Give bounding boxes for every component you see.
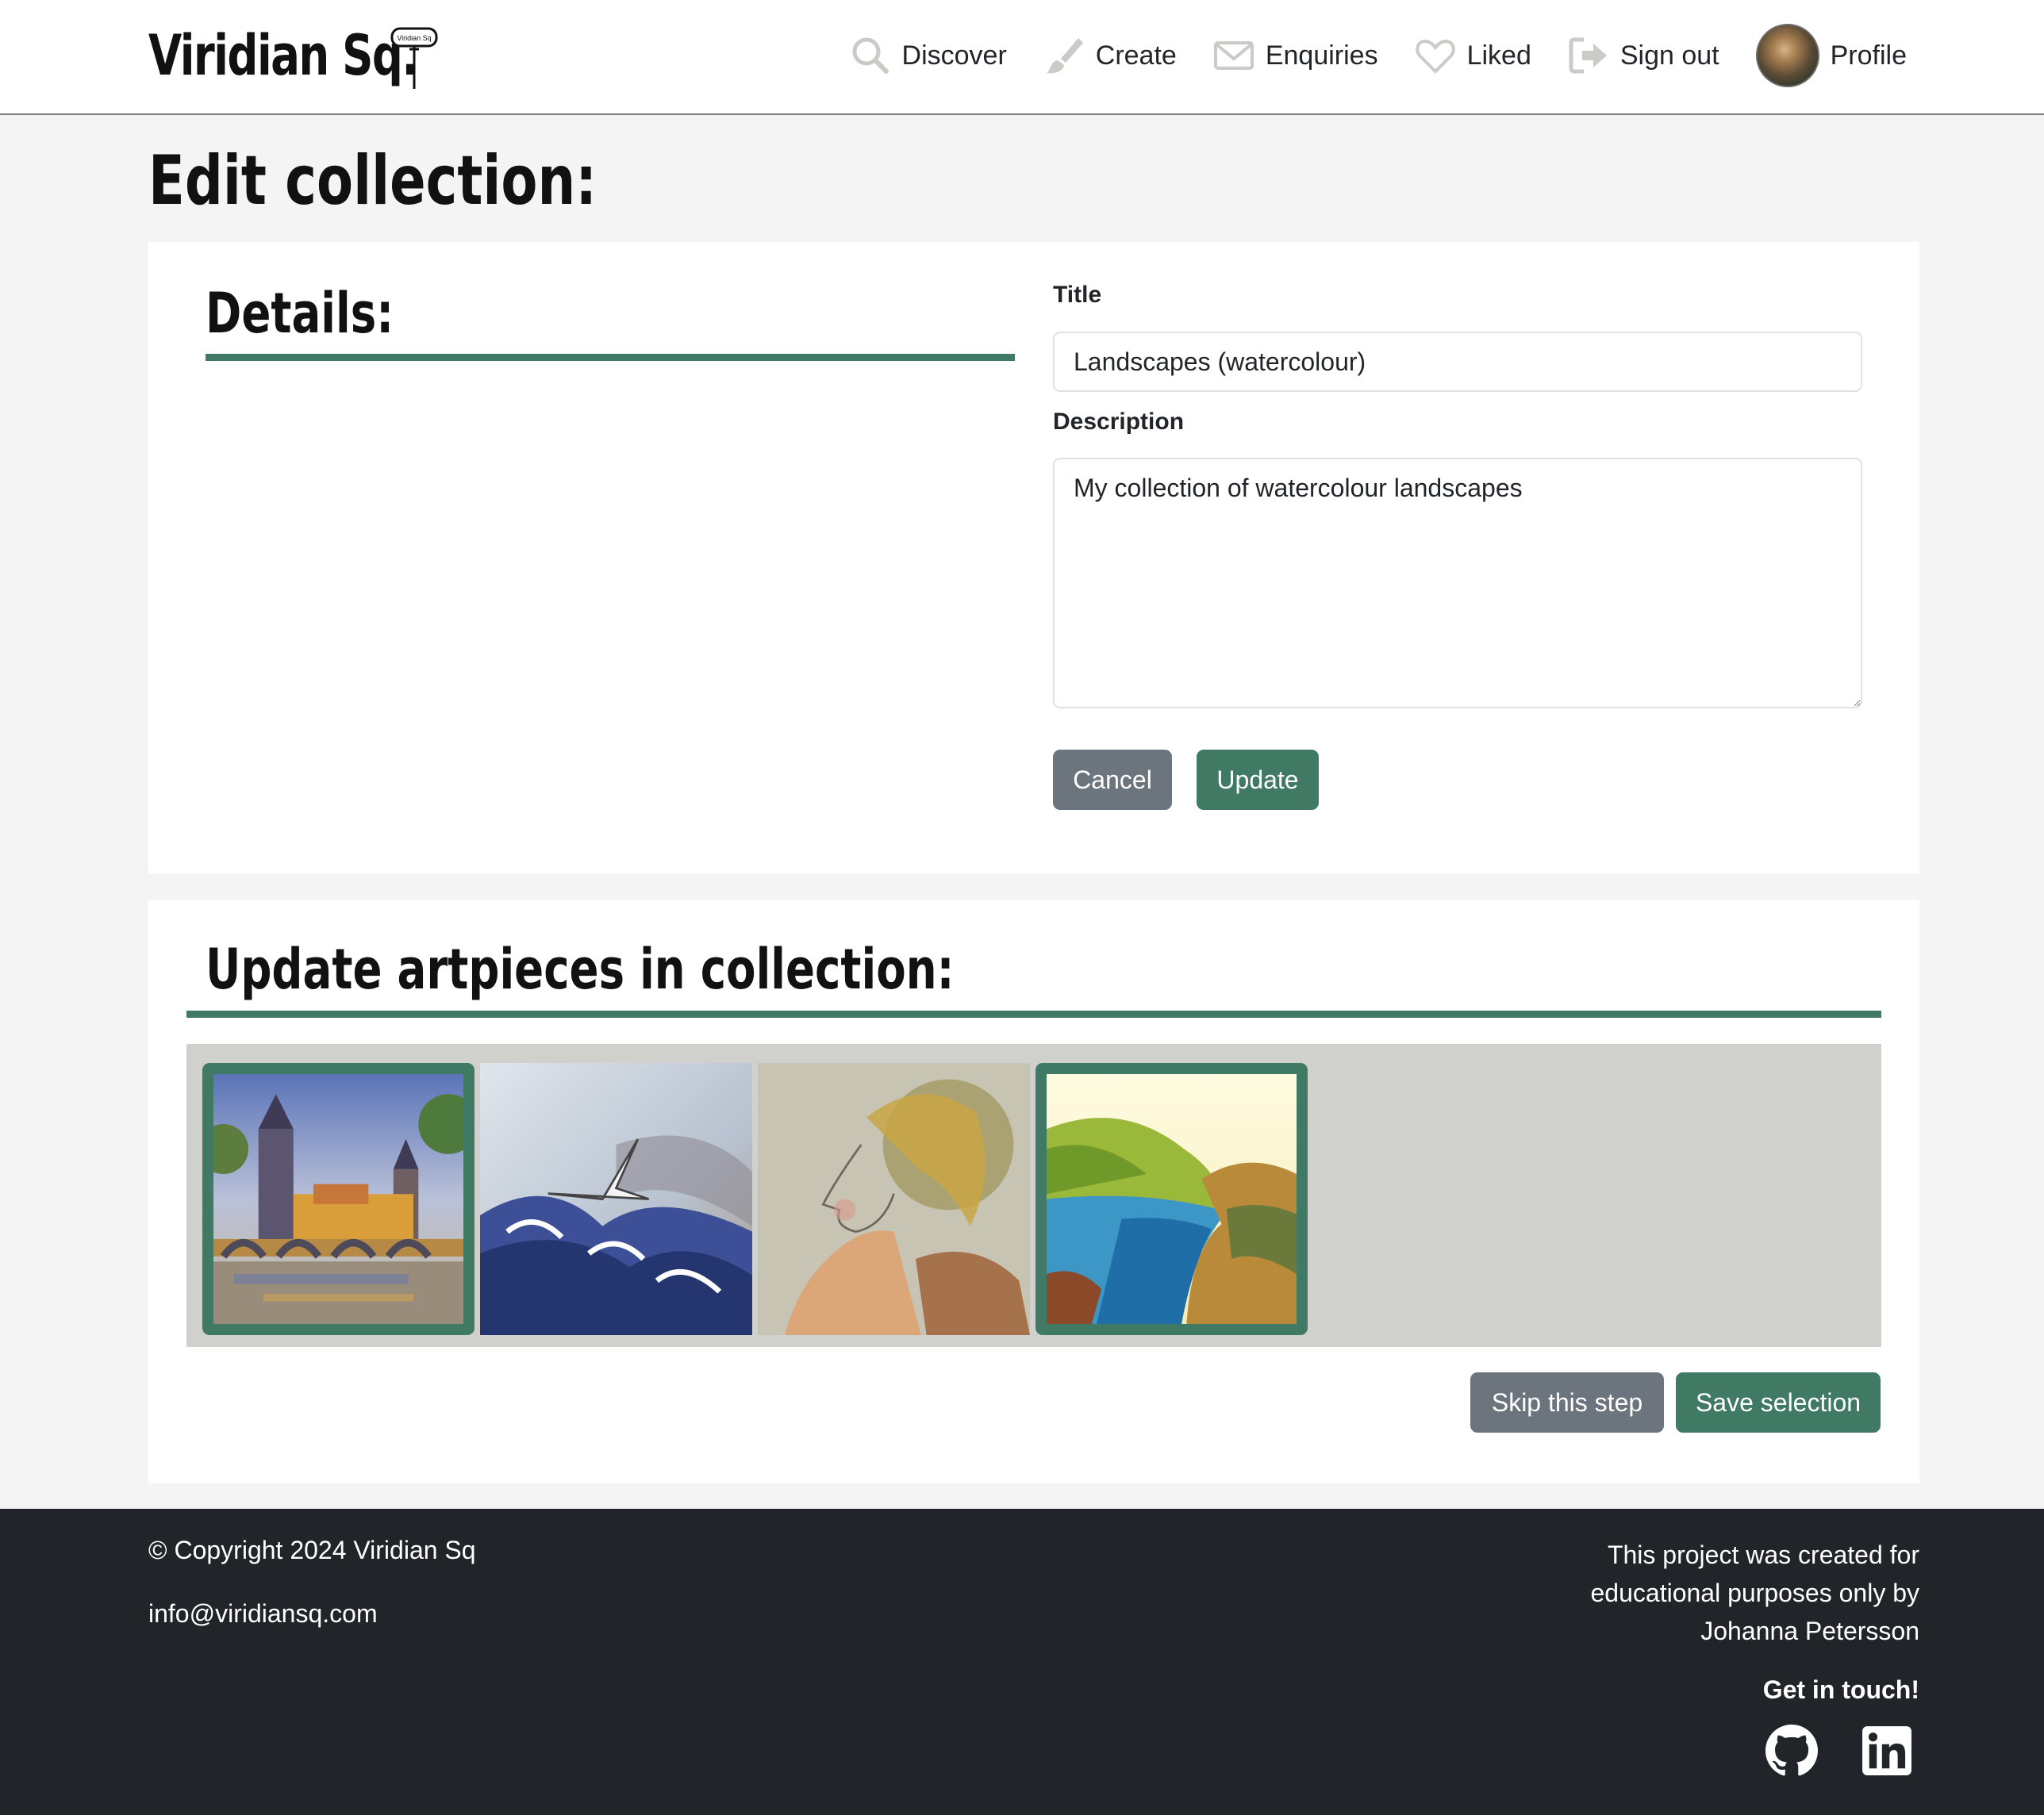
woman-portrait-sketch: [758, 1063, 1030, 1335]
linkedin-icon[interactable]: [1861, 1725, 1913, 1777]
contact-email-link[interactable]: info@viridiansq.com: [148, 1599, 378, 1629]
artpiece-thumbnail[interactable]: [480, 1063, 752, 1335]
nav-discover[interactable]: Discover: [850, 35, 1007, 76]
nav-enquiries-label: Enquiries: [1265, 40, 1378, 71]
signpost-icon: Viridian Sq: [390, 27, 438, 89]
artpieces-card: Update artpieces in collection: Skip thi…: [148, 900, 1919, 1483]
cancel-button[interactable]: Cancel: [1053, 750, 1172, 810]
artpiece-thumbnail[interactable]: [202, 1063, 474, 1335]
details-divider: [206, 354, 1015, 361]
nav-liked-label: Liked: [1466, 40, 1531, 71]
main-nav: Discover Create Enquiries Liked Sign out…: [850, 24, 1907, 87]
nav-profile-label: Profile: [1830, 40, 1907, 71]
nav-discover-label: Discover: [901, 40, 1007, 71]
artpieces-heading: Update artpieces in collection:: [206, 937, 955, 1002]
page-title: Edit collection:: [148, 141, 597, 221]
details-heading: Details:: [206, 281, 394, 346]
brand-name: Viridian Sq.: [148, 23, 418, 88]
heart-icon: [1415, 39, 1455, 74]
coastal-inlet-painting: [1047, 1074, 1297, 1324]
title-label: Title: [1053, 282, 1102, 308]
artpiece-thumbnail[interactable]: [758, 1063, 1030, 1335]
project-credit: This project was created for educational…: [1590, 1541, 1920, 1645]
description-textarea[interactable]: My collection of watercolour landscapes: [1053, 458, 1862, 708]
nav-signout[interactable]: Sign out: [1568, 35, 1719, 76]
nav-create[interactable]: Create: [1043, 35, 1177, 76]
search-icon: [852, 37, 889, 74]
nav-signout-label: Sign out: [1619, 40, 1719, 71]
copyright-text: © Copyright 2024 Viridian Sq: [148, 1536, 476, 1564]
nav-liked[interactable]: Liked: [1415, 35, 1531, 76]
envelope-icon: [1213, 41, 1254, 70]
sign-text: Viridian Sq: [397, 34, 431, 42]
update-button[interactable]: Update: [1197, 750, 1319, 810]
seagull-waves-painting: [480, 1063, 752, 1335]
avatar: [1755, 24, 1819, 87]
artpiece-thumbnail[interactable]: [1035, 1063, 1308, 1335]
github-icon[interactable]: [1765, 1725, 1818, 1777]
brand-logo[interactable]: Viridian Sq. Viridian Sq: [148, 17, 493, 94]
paintbrush-icon: [1046, 38, 1083, 74]
nav-enquiries[interactable]: Enquiries: [1213, 35, 1378, 76]
sign-out-icon: [1569, 37, 1607, 74]
artpieces-divider: [186, 1011, 1881, 1018]
save-selection-button[interactable]: Save selection: [1676, 1372, 1881, 1433]
title-input[interactable]: [1053, 332, 1862, 392]
artpiece-gallery: [186, 1044, 1881, 1347]
details-card: Details: Title Description My collection…: [148, 242, 1919, 873]
get-in-touch-heading: Get in touch!: [1762, 1675, 1919, 1704]
navbar: Viridian Sq. Viridian Sq Discover Create: [0, 0, 2044, 115]
skip-step-button[interactable]: Skip this step: [1470, 1372, 1664, 1433]
footer: © Copyright 2024 Viridian Sq info@viridi…: [0, 1509, 2044, 1815]
bridge-towers-painting: [213, 1074, 463, 1324]
nav-profile[interactable]: Profile: [1755, 24, 1907, 87]
description-label: Description: [1053, 409, 1185, 435]
nav-create-label: Create: [1095, 40, 1177, 71]
